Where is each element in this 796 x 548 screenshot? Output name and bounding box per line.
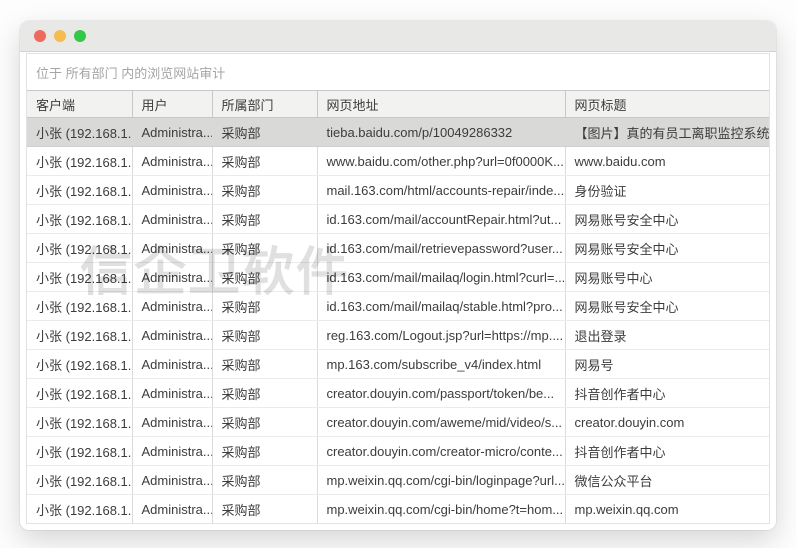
- cell-dept: 采购部: [212, 118, 317, 147]
- cell-user: Administra...: [132, 263, 212, 292]
- cell-user: Administra...: [132, 292, 212, 321]
- cell-dept: 采购部: [212, 147, 317, 176]
- cell-client: 小张 (192.168.1...: [27, 118, 132, 147]
- table-row[interactable]: 小张 (192.168.1...Administra...采购部tieba.ba…: [27, 118, 769, 147]
- cell-dept: 采购部: [212, 379, 317, 408]
- cell-url: creator.douyin.com/aweme/mid/video/s...: [317, 408, 565, 437]
- cell-client: 小张 (192.168.1...: [27, 263, 132, 292]
- cell-user: Administra...: [132, 437, 212, 466]
- cell-url: mp.weixin.qq.com/cgi-bin/home?t=hom...: [317, 495, 565, 524]
- cell-client: 小张 (192.168.1...: [27, 176, 132, 205]
- table-header-row: 客户端用户所属部门网页地址网页标题: [27, 91, 769, 118]
- cell-title: mp.weixin.qq.com: [565, 495, 769, 524]
- cell-user: Administra...: [132, 205, 212, 234]
- app-window: 位于 所有部门 内的浏览网站审计 客户端用户所属部门网页地址网页标题 小张 (1…: [20, 21, 776, 530]
- cell-client: 小张 (192.168.1...: [27, 321, 132, 350]
- cell-title: 网易账号安全中心: [565, 205, 769, 234]
- cell-dept: 采购部: [212, 408, 317, 437]
- cell-user: Administra...: [132, 176, 212, 205]
- titlebar: [20, 21, 776, 52]
- cell-user: Administra...: [132, 379, 212, 408]
- cell-client: 小张 (192.168.1...: [27, 205, 132, 234]
- cell-url: creator.douyin.com/creator-micro/conte..…: [317, 437, 565, 466]
- cell-url: id.163.com/mail/retrievepassword?user...: [317, 234, 565, 263]
- cell-dept: 采购部: [212, 205, 317, 234]
- cell-title: 身份验证: [565, 176, 769, 205]
- cell-url: www.baidu.com/other.php?url=0f0000K...: [317, 147, 565, 176]
- cell-dept: 采购部: [212, 263, 317, 292]
- cell-user: Administra...: [132, 147, 212, 176]
- column-header[interactable]: 所属部门: [212, 91, 317, 118]
- cell-title: 网易号: [565, 350, 769, 379]
- column-header[interactable]: 客户端: [27, 91, 132, 118]
- cell-dept: 采购部: [212, 495, 317, 524]
- cell-dept: 采购部: [212, 466, 317, 495]
- cell-url: mp.163.com/subscribe_v4/index.html: [317, 350, 565, 379]
- cell-url: mp.weixin.qq.com/cgi-bin/loginpage?url..…: [317, 466, 565, 495]
- cell-user: Administra...: [132, 408, 212, 437]
- cell-title: 抖音创作者中心: [565, 379, 769, 408]
- cell-user: Administra...: [132, 466, 212, 495]
- cell-client: 小张 (192.168.1...: [27, 495, 132, 524]
- cell-title: 网易账号中心: [565, 263, 769, 292]
- table-row[interactable]: 小张 (192.168.1...Administra...采购部id.163.c…: [27, 263, 769, 292]
- cell-dept: 采购部: [212, 350, 317, 379]
- cell-user: Administra...: [132, 234, 212, 263]
- cell-client: 小张 (192.168.1...: [27, 466, 132, 495]
- cell-user: Administra...: [132, 495, 212, 524]
- cell-client: 小张 (192.168.1...: [27, 292, 132, 321]
- cell-client: 小张 (192.168.1...: [27, 147, 132, 176]
- table-row[interactable]: 小张 (192.168.1...Administra...采购部mail.163…: [27, 176, 769, 205]
- minimize-icon[interactable]: [54, 30, 66, 42]
- cell-url: reg.163.com/Logout.jsp?url=https://mp...…: [317, 321, 565, 350]
- table-row[interactable]: 小张 (192.168.1...Administra...采购部id.163.c…: [27, 205, 769, 234]
- cell-title: 抖音创作者中心: [565, 437, 769, 466]
- column-header[interactable]: 网页标题: [565, 91, 769, 118]
- cell-url: id.163.com/mail/mailaq/stable.html?pro..…: [317, 292, 565, 321]
- traffic-lights: [34, 30, 86, 42]
- cell-title: 退出登录: [565, 321, 769, 350]
- audit-table: 客户端用户所属部门网页地址网页标题 小张 (192.168.1...Admini…: [27, 90, 769, 524]
- cell-client: 小张 (192.168.1...: [27, 437, 132, 466]
- cell-url: id.163.com/mail/mailaq/login.html?curl=.…: [317, 263, 565, 292]
- table-row[interactable]: 小张 (192.168.1...Administra...采购部id.163.c…: [27, 292, 769, 321]
- cell-title: 微信公众平台: [565, 466, 769, 495]
- table-row[interactable]: 小张 (192.168.1...Administra...采购部mp.163.c…: [27, 350, 769, 379]
- cell-title: www.baidu.com: [565, 147, 769, 176]
- table-row[interactable]: 小张 (192.168.1...Administra...采购部creator.…: [27, 437, 769, 466]
- table-row[interactable]: 小张 (192.168.1...Administra...采购部reg.163.…: [27, 321, 769, 350]
- table-row[interactable]: 小张 (192.168.1...Administra...采购部mp.weixi…: [27, 495, 769, 524]
- table-row[interactable]: 小张 (192.168.1...Administra...采购部mp.weixi…: [27, 466, 769, 495]
- cell-url: mail.163.com/html/accounts-repair/inde..…: [317, 176, 565, 205]
- content-panel: 位于 所有部门 内的浏览网站审计 客户端用户所属部门网页地址网页标题 小张 (1…: [26, 53, 770, 524]
- cell-title: 网易账号安全中心: [565, 292, 769, 321]
- cell-client: 小张 (192.168.1...: [27, 408, 132, 437]
- table-row[interactable]: 小张 (192.168.1...Administra...采购部id.163.c…: [27, 234, 769, 263]
- cell-url: creator.douyin.com/passport/token/be...: [317, 379, 565, 408]
- table-row[interactable]: 小张 (192.168.1...Administra...采购部creator.…: [27, 408, 769, 437]
- column-header[interactable]: 网页地址: [317, 91, 565, 118]
- table-row[interactable]: 小张 (192.168.1...Administra...采购部www.baid…: [27, 147, 769, 176]
- cell-title: 网易账号安全中心: [565, 234, 769, 263]
- cell-dept: 采购部: [212, 176, 317, 205]
- cell-title: 【图片】真的有员工离职监控系统吗?: [565, 118, 769, 147]
- table-row[interactable]: 小张 (192.168.1...Administra...采购部creator.…: [27, 379, 769, 408]
- close-icon[interactable]: [34, 30, 46, 42]
- cell-url: tieba.baidu.com/p/10049286332: [317, 118, 565, 147]
- cell-dept: 采购部: [212, 321, 317, 350]
- cell-title: creator.douyin.com: [565, 408, 769, 437]
- breadcrumb: 位于 所有部门 内的浏览网站审计: [27, 54, 769, 90]
- cell-url: id.163.com/mail/accountRepair.html?ut...: [317, 205, 565, 234]
- cell-client: 小张 (192.168.1...: [27, 350, 132, 379]
- cell-client: 小张 (192.168.1...: [27, 234, 132, 263]
- cell-dept: 采购部: [212, 292, 317, 321]
- cell-dept: 采购部: [212, 234, 317, 263]
- zoom-icon[interactable]: [74, 30, 86, 42]
- cell-user: Administra...: [132, 118, 212, 147]
- cell-user: Administra...: [132, 350, 212, 379]
- cell-dept: 采购部: [212, 437, 317, 466]
- cell-client: 小张 (192.168.1...: [27, 379, 132, 408]
- column-header[interactable]: 用户: [132, 91, 212, 118]
- cell-user: Administra...: [132, 321, 212, 350]
